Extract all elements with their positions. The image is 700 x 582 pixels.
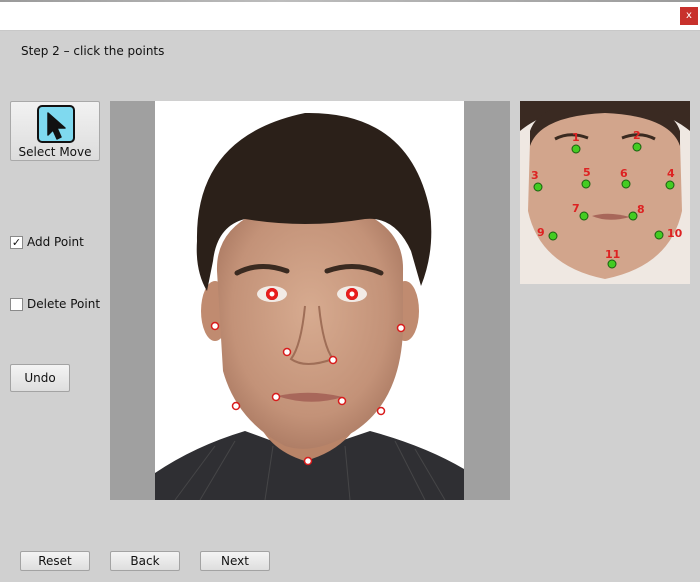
main-face-photo[interactable] — [155, 101, 464, 500]
title-bar-accent — [0, 0, 700, 2]
ref-point-label: 4 — [667, 167, 675, 180]
close-button[interactable]: x — [680, 7, 698, 25]
undo-button[interactable]: Undo — [10, 364, 70, 392]
arrow-cursor-icon — [37, 105, 75, 143]
step-title: Step 2 – click the points — [21, 44, 165, 58]
select-move-button[interactable]: Select Move — [10, 101, 100, 161]
delete-point-checkbox[interactable] — [10, 297, 23, 311]
ref-point-label: 11 — [605, 248, 620, 261]
back-button[interactable]: Back — [110, 551, 180, 571]
ref-point-label: 7 — [572, 202, 580, 215]
ref-point-label: 1 — [572, 131, 580, 144]
reference-face-photo: 1 2 3 4 5 6 7 8 9 10 11 — [520, 101, 690, 284]
main-canvas[interactable] — [110, 101, 510, 500]
ref-point-label: 9 — [537, 226, 545, 239]
add-point-label: Add Point — [27, 235, 84, 249]
ref-point-label: 2 — [633, 129, 641, 142]
ref-point-label: 5 — [583, 166, 591, 179]
select-move-label: Select Move — [18, 145, 92, 159]
add-point-checkbox[interactable]: ✓ — [10, 235, 23, 249]
checkmark-icon: ✓ — [11, 235, 22, 249]
next-button[interactable]: Next — [200, 551, 270, 571]
delete-point-label: Delete Point — [27, 297, 101, 311]
ref-point-label: 6 — [620, 167, 628, 180]
ref-point-label: 3 — [531, 169, 539, 182]
ref-point-label: 8 — [637, 203, 645, 216]
reset-button[interactable]: Reset — [20, 551, 90, 571]
ref-point-label: 10 — [667, 227, 683, 240]
delete-point-option[interactable]: Delete Point — [10, 296, 100, 312]
title-bar: x — [0, 0, 700, 31]
add-point-option[interactable]: ✓ Add Point — [10, 234, 84, 250]
